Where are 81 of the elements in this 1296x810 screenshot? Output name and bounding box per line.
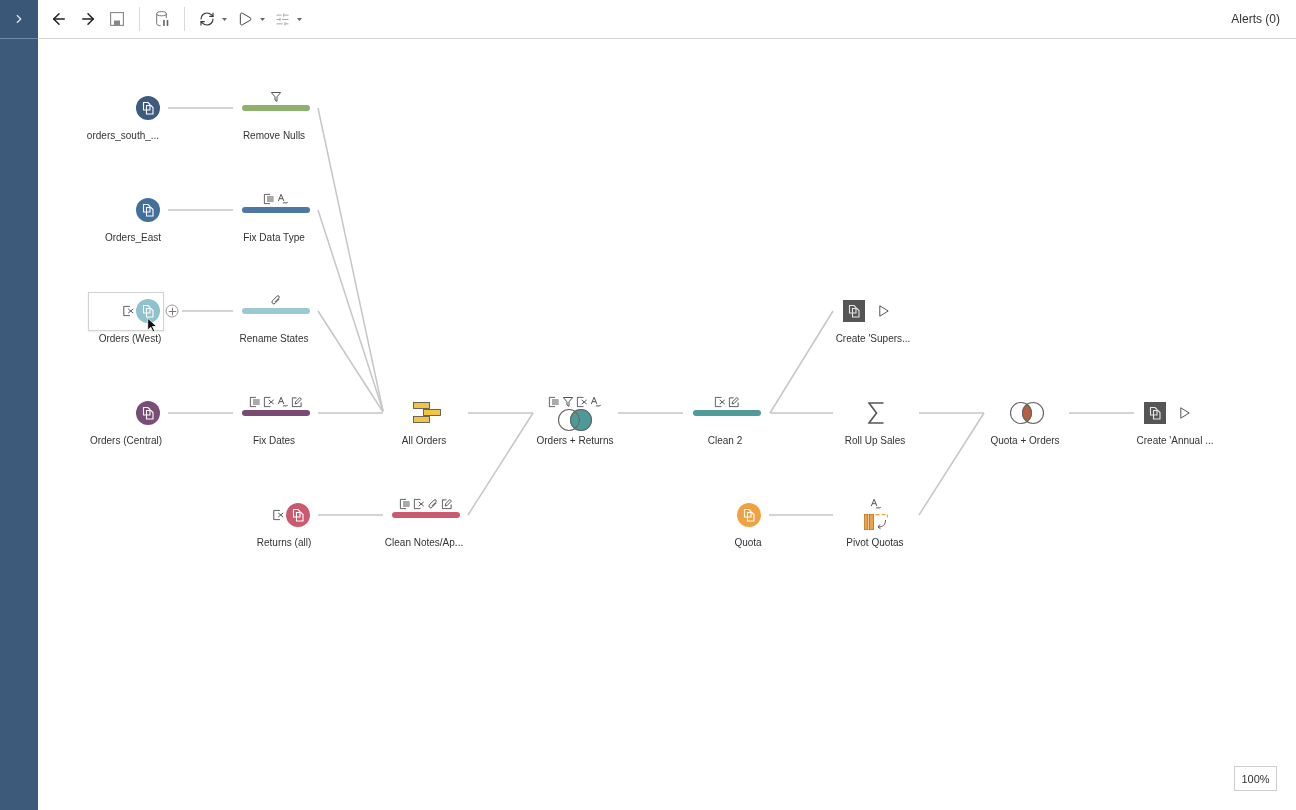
node-label: Clean Notes/Ap... [384, 537, 464, 549]
text-type-icon [870, 498, 882, 510]
box-x-icon [576, 396, 588, 408]
play-icon [237, 11, 253, 27]
join-venn-icon[interactable] [557, 408, 593, 432]
input-node-icon[interactable] [737, 503, 761, 527]
database-pause-icon [155, 11, 169, 27]
input-node-icon[interactable] [136, 299, 160, 323]
node-label: Remove Nulls [242, 130, 306, 142]
caret-icon [222, 17, 227, 21]
input-node-icon[interactable] [286, 503, 310, 527]
text-type-icon [277, 193, 289, 205]
node-label: All Orders [401, 435, 447, 447]
sidebar-toggle-button[interactable] [0, 0, 38, 39]
node-label: Rename States [239, 333, 309, 345]
output-node-icon[interactable] [1144, 402, 1166, 424]
pencil-square-icon [441, 498, 453, 510]
box-x-icon [263, 396, 275, 408]
sigma-icon[interactable] [867, 402, 885, 424]
connector-line [167, 209, 234, 211]
pencil-square-icon [728, 396, 740, 408]
filter-icon [270, 91, 282, 103]
node-label: Create 'Annual ... [1136, 435, 1214, 447]
pencil-square-icon [291, 396, 303, 408]
plus-icon [168, 307, 176, 315]
caret-icon [297, 17, 302, 21]
node-label: Fix Data Type [243, 232, 305, 244]
mouse-pointer-icon [147, 317, 157, 333]
union-node-icon[interactable] [413, 402, 441, 424]
connector-line [1068, 412, 1135, 414]
filter-icon [562, 396, 574, 408]
node-label: Create 'Supers... [835, 333, 911, 345]
box-x-icon [413, 498, 425, 510]
connector-line [167, 412, 234, 414]
run-output-button[interactable] [879, 305, 889, 317]
column-list-icon [263, 193, 275, 205]
node-label: Roll Up Sales [844, 435, 906, 447]
connector-line [617, 412, 684, 414]
node-label: Fix Dates [252, 435, 296, 447]
run-output-button[interactable] [1180, 407, 1190, 419]
add-step-button[interactable] [165, 304, 179, 318]
caret-icon [260, 17, 265, 21]
input-node-icon[interactable] [136, 198, 160, 222]
refresh-icon [199, 11, 215, 27]
text-type-icon [590, 396, 602, 408]
sliders-icon [275, 11, 290, 27]
arrow-right-icon [79, 10, 97, 28]
alerts-button[interactable]: Alerts (0) [1231, 12, 1280, 26]
node-label: Quota [734, 537, 762, 549]
node-label: orders_south_... [86, 130, 160, 142]
paperclip-icon [427, 498, 439, 510]
clean-step-bar[interactable] [242, 410, 310, 416]
node-label: Orders (West) [98, 333, 162, 345]
node-label: Quota + Orders [990, 435, 1060, 447]
input-node-icon[interactable] [136, 401, 160, 425]
play-icon [879, 305, 889, 317]
paperclip-icon [270, 294, 282, 306]
pivot-node-icon[interactable] [864, 514, 888, 530]
column-list-icon [399, 498, 411, 510]
node-label: Returns (all) [256, 537, 312, 549]
text-type-icon [277, 396, 289, 408]
node-label: Pivot Quotas [846, 537, 904, 549]
connector-line [768, 514, 834, 516]
column-list-icon [548, 396, 560, 408]
column-list-icon [249, 396, 261, 408]
connector-line [167, 107, 234, 109]
box-x-icon [123, 305, 134, 317]
connector-line [317, 514, 384, 516]
box-x-icon [714, 396, 726, 408]
node-label: Orders (Central) [89, 435, 163, 447]
save-icon [110, 12, 124, 26]
join-venn-icon[interactable] [1009, 401, 1045, 425]
play-icon [1180, 407, 1190, 419]
output-node-icon[interactable] [843, 300, 865, 322]
zoom-level-button[interactable]: 100% [1234, 766, 1277, 791]
connector-line [181, 310, 234, 312]
node-label: Orders_East [104, 232, 162, 244]
box-x-icon [273, 509, 284, 521]
input-node-icon[interactable] [136, 96, 160, 120]
node-label: Orders + Returns [536, 435, 614, 447]
node-label: Clean 2 [707, 435, 743, 447]
